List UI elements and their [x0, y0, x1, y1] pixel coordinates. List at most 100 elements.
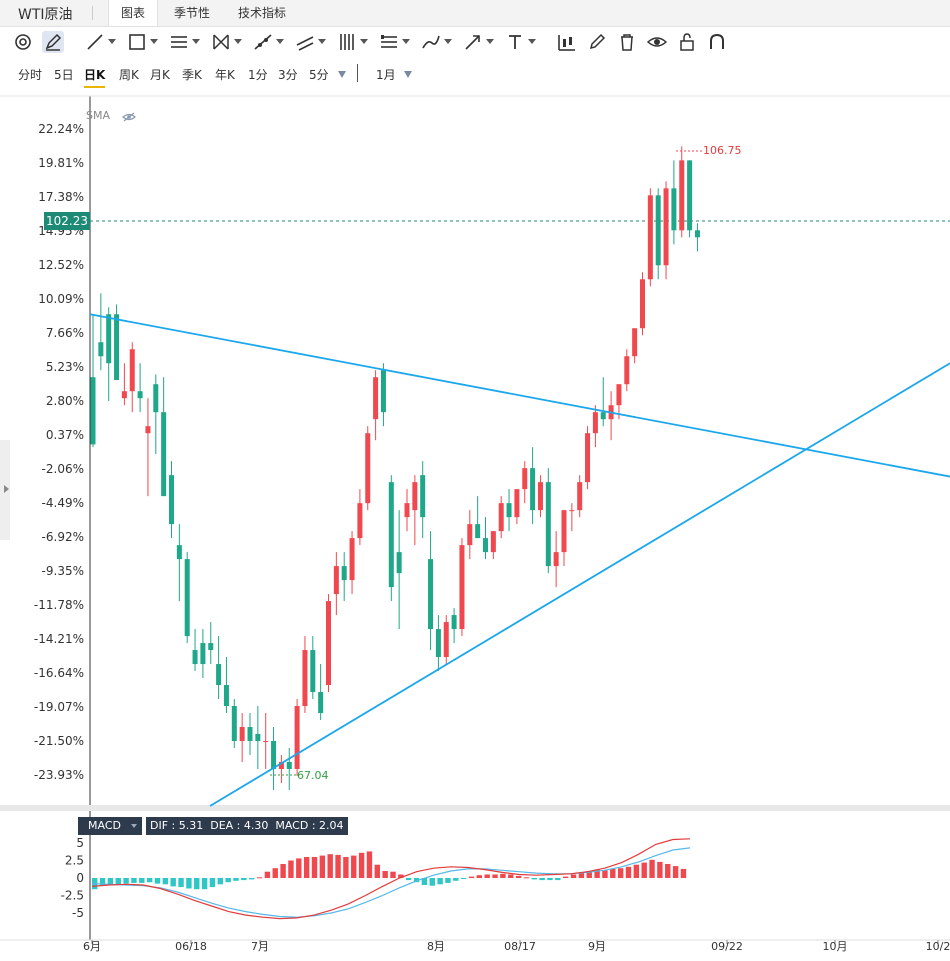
candle-body: [467, 524, 473, 546]
candle-body: [655, 195, 661, 266]
macd-histogram-bar: [123, 878, 129, 884]
candle-body: [216, 664, 222, 686]
candle-body: [302, 650, 308, 707]
macd-histogram-bar: [531, 878, 537, 880]
macd-histogram-bar: [162, 878, 169, 885]
macd-histogram-bar: [366, 851, 373, 878]
candle-body: [569, 510, 575, 512]
candle-body: [459, 545, 465, 630]
macd-histogram-bar: [374, 864, 380, 878]
candle-body: [537, 482, 543, 511]
candle-body: [483, 538, 488, 553]
x-tick-label: 08/17: [504, 940, 536, 953]
macd-histogram-bar: [633, 864, 640, 878]
candle-body: [545, 482, 551, 567]
candle-body: [380, 370, 386, 413]
chevron-down-icon[interactable]: [131, 824, 137, 828]
y-tick-label: 22.24%: [38, 122, 84, 136]
macd-histogram-bar: [610, 868, 616, 878]
candle-body: [286, 761, 292, 769]
candle-body: [428, 559, 434, 630]
candle-body: [475, 524, 481, 539]
macd-histogram-bar: [225, 878, 231, 883]
x-tick-label: 9月: [588, 940, 606, 953]
candle-body: [443, 622, 449, 658]
macd-histogram-bar: [649, 859, 655, 878]
candle-body: [294, 706, 300, 769]
x-tick-label: 7月: [251, 940, 269, 953]
y-tick-label: -23.93%: [34, 768, 84, 782]
price-chart[interactable]: 22.24%19.81%17.38%14.95%12.52%10.09%7.66…: [0, 0, 950, 961]
candle-body: [169, 475, 174, 525]
macd-histogram-bar: [115, 878, 121, 885]
y-tick-label: 17.38%: [38, 190, 84, 204]
candle-body: [592, 412, 598, 434]
macd-histogram-bar: [241, 878, 247, 881]
candle-body: [145, 426, 151, 434]
candle-body: [357, 503, 363, 539]
candle-body: [231, 706, 237, 741]
y-tick-label: -16.64%: [34, 666, 84, 680]
macd-histogram-bar: [390, 871, 396, 878]
macd-histogram-bar: [665, 864, 671, 878]
macd-histogram-bar: [146, 878, 153, 883]
macd-histogram-bar: [139, 878, 145, 883]
macd-histogram-bar: [523, 877, 530, 879]
macd-histogram-bar: [154, 878, 161, 884]
macd-histogram-bar: [563, 876, 569, 878]
macd-histogram-bar: [657, 861, 663, 878]
candle-body: [498, 503, 504, 532]
macd-histogram-bar: [335, 854, 341, 878]
candle-body: [506, 503, 512, 518]
y-tick-label: -19.07%: [34, 700, 84, 714]
macd-histogram-bar: [186, 878, 192, 889]
macd-histogram-bar: [194, 878, 200, 890]
macd-histogram-bar: [272, 868, 278, 878]
y-tick-label: 10.09%: [38, 292, 84, 306]
candle-body: [349, 538, 355, 581]
macd-histogram-bar: [500, 873, 506, 878]
y-tick-label: 19.81%: [38, 156, 84, 170]
candle-body: [326, 601, 331, 686]
candle-body: [365, 433, 371, 504]
macd-histogram-bar: [296, 858, 302, 878]
candle-body: [624, 356, 630, 385]
macd-histogram-bar: [327, 854, 333, 878]
macd-histogram-bar: [468, 876, 475, 878]
candle-body: [388, 482, 394, 588]
candle-body: [263, 741, 269, 742]
sma-indicator-label[interactable]: SMA: [86, 109, 110, 122]
x-tick-label: 10月: [823, 940, 848, 953]
candle-body: [663, 188, 669, 266]
candle-body: [153, 384, 159, 413]
y-tick-label: -14.21%: [34, 632, 84, 646]
candle-body: [239, 727, 245, 741]
candle-body: [176, 545, 182, 560]
candle-body: [223, 685, 229, 707]
candle-body: [98, 342, 104, 357]
candle-body: [694, 230, 700, 238]
macd-histogram-bar: [476, 875, 483, 878]
macd-histogram-bar: [672, 866, 679, 878]
macd-histogram-bar: [201, 878, 208, 890]
y-tick-label: 7.66%: [46, 326, 84, 340]
candle-body: [208, 643, 214, 651]
hide-eye-icon[interactable]: [122, 112, 136, 122]
macd-histogram-bar: [429, 878, 435, 886]
x-tick-label: 06/18: [175, 940, 207, 953]
pane-divider: [0, 805, 950, 811]
y-tick-label: -9.35%: [42, 564, 84, 578]
macd-histogram-bar: [445, 878, 451, 883]
macd-y-tick-label: 2.5: [65, 854, 84, 868]
macd-histogram-bar: [460, 878, 467, 879]
candle-body: [90, 377, 96, 445]
macd-histogram-bar: [170, 878, 176, 887]
low-price-label: 67.04: [297, 769, 329, 782]
macd-values: DIF : 5.31 DEA : 4.30 MACD : 2.04: [146, 817, 348, 835]
candle-body: [161, 412, 167, 497]
macd-histogram-bar: [539, 878, 545, 881]
macd-histogram-bar: [492, 874, 498, 878]
y-tick-label: -11.78%: [34, 598, 84, 612]
macd-histogram-bar: [625, 866, 632, 878]
macd-histogram-bar: [555, 878, 561, 881]
